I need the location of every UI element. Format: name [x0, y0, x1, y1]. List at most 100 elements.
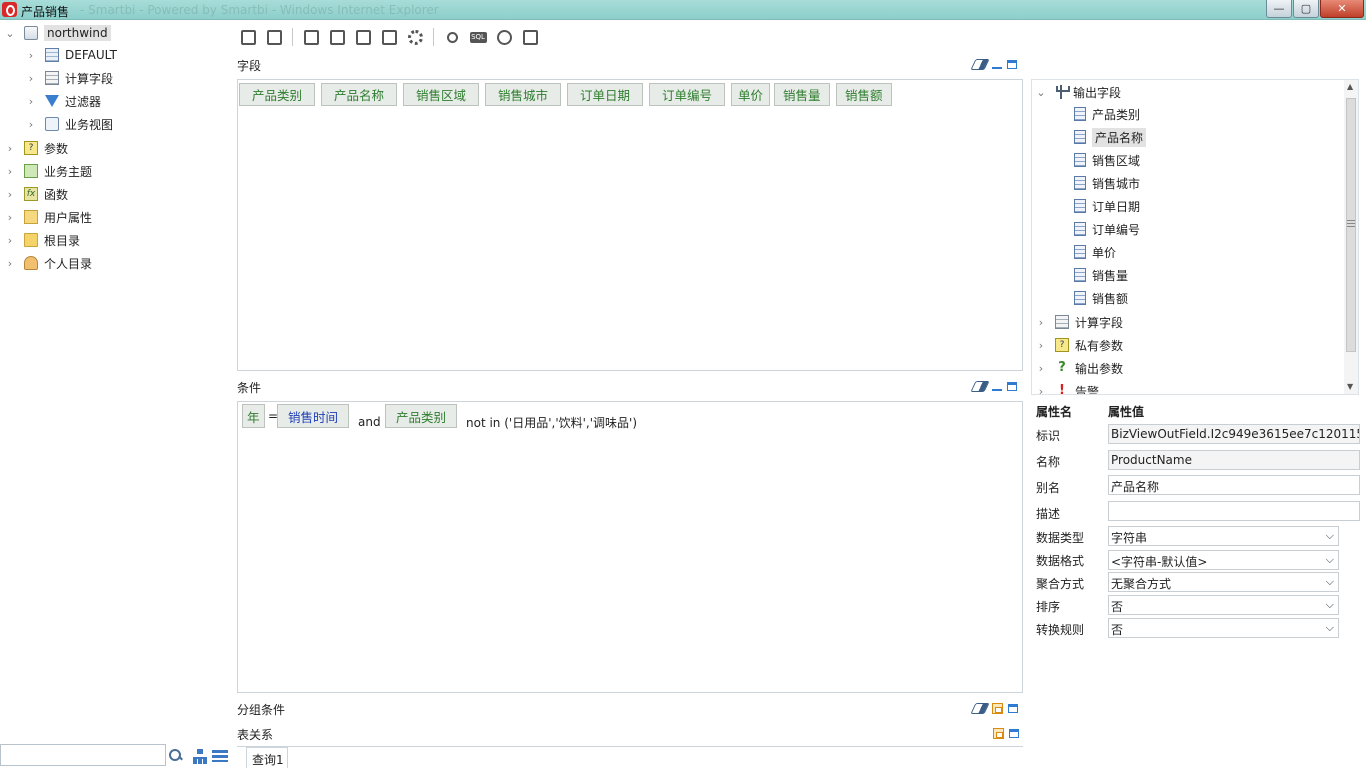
table-icon[interactable] — [327, 27, 347, 47]
output-field-item[interactable]: 订单日期 — [1074, 195, 1140, 217]
chevron-right-icon[interactable]: › — [4, 165, 16, 178]
field-tag[interactable]: 销售额 — [836, 83, 892, 106]
hierarchy-view-icon[interactable] — [193, 749, 207, 764]
conditions-panel[interactable] — [237, 401, 1023, 693]
tree-node-user-attrs[interactable]: › 用户属性 — [4, 206, 92, 228]
chevron-right-icon[interactable]: › — [4, 211, 16, 224]
chevron-right-icon[interactable]: › — [25, 95, 37, 108]
output-field-item[interactable]: 销售城市 — [1074, 172, 1140, 194]
tree-node-output-params[interactable]: › ? 输出参数 — [1035, 357, 1123, 379]
output-field-item[interactable]: 销售额 — [1074, 287, 1128, 309]
maximize-panel-icon[interactable] — [1009, 729, 1019, 738]
minimize-button[interactable]: — — [1266, 0, 1292, 18]
tab-query1[interactable]: 查询1 — [246, 747, 288, 768]
scroll-down-icon[interactable]: ▼ — [1347, 382, 1353, 391]
property-id-field[interactable]: BizViewOutField.I2c949e3615ee7c120115e — [1108, 424, 1360, 444]
property-alias-field[interactable]: 产品名称 — [1108, 475, 1360, 495]
tree-node-business-views[interactable]: › 业务视图 — [25, 113, 113, 135]
sql-icon[interactable]: SQL — [468, 27, 488, 47]
tree-node-personal-dir[interactable]: › 个人目录 — [4, 252, 92, 274]
save-as-icon[interactable] — [264, 27, 284, 47]
chevron-down-icon[interactable]: ⌵ — [1326, 598, 1334, 612]
tree-node-private-params[interactable]: › ? 私有参数 — [1035, 334, 1123, 356]
tree-node-filters[interactable]: › 过滤器 — [25, 90, 101, 112]
chevron-right-icon[interactable]: › — [25, 118, 37, 131]
minimize-panel-icon[interactable] — [992, 388, 1002, 391]
settings-icon[interactable] — [405, 27, 425, 47]
chevron-down-icon[interactable]: ⌵ — [1326, 621, 1334, 635]
field-tag[interactable]: 销售城市 — [485, 83, 562, 106]
save-icon[interactable] — [238, 27, 258, 47]
tree-node-subjects[interactable]: › 业务主题 — [4, 160, 92, 182]
close-button[interactable]: ✕ — [1320, 0, 1364, 18]
tree-node-northwind[interactable]: ⌄ northwind — [4, 22, 111, 44]
list-view-icon[interactable] — [212, 750, 228, 762]
chevron-right-icon[interactable]: › — [1035, 385, 1047, 395]
property-name-field[interactable]: ProductName — [1108, 450, 1360, 470]
tree-node-output-fields[interactable]: ⌄ 输出字段 — [1035, 81, 1121, 103]
output-field-item[interactable]: 产品类别 — [1074, 103, 1140, 125]
sort-select[interactable]: 否 ⌵ — [1108, 595, 1339, 615]
maximize-panel-icon[interactable] — [1007, 382, 1017, 391]
eraser-icon[interactable] — [970, 703, 990, 714]
chevron-right-icon[interactable]: › — [4, 257, 16, 270]
output-field-item[interactable]: 销售区域 — [1074, 149, 1140, 171]
param-icon[interactable] — [353, 27, 373, 47]
tree-node-params[interactable]: › ? 参数 — [4, 137, 68, 159]
layout-icon[interactable] — [301, 27, 321, 47]
search-icon[interactable] — [168, 748, 182, 762]
scroll-up-icon[interactable]: ▲ — [1347, 82, 1353, 91]
conversion-rule-select[interactable]: 否 ⌵ — [1108, 618, 1339, 638]
screen-icon[interactable] — [520, 27, 540, 47]
chevron-down-icon[interactable]: ⌄ — [1035, 86, 1047, 99]
maximize-panel-icon[interactable] — [1007, 60, 1017, 69]
output-field-item-selected[interactable]: 产品名称 — [1074, 126, 1147, 148]
fields-panel[interactable] — [237, 79, 1023, 371]
property-description-field[interactable] — [1108, 501, 1360, 521]
output-field-item[interactable]: 订单编号 — [1074, 218, 1140, 240]
output-field-item[interactable]: 单价 — [1074, 241, 1116, 263]
condition-field-tag[interactable]: 产品类别 — [385, 404, 458, 428]
maximize-button[interactable]: ▢ — [1293, 0, 1319, 18]
field-tag[interactable]: 销售区域 — [403, 83, 480, 106]
chevron-right-icon[interactable]: › — [1035, 339, 1047, 352]
output-field-item[interactable]: 销售量 — [1074, 264, 1128, 286]
aggregation-select[interactable]: 无聚合方式 ⌵ — [1108, 572, 1339, 592]
field-tag[interactable]: 产品名称 — [321, 83, 398, 106]
field-tag[interactable]: 订单日期 — [567, 83, 644, 106]
maximize-panel-icon[interactable] — [1008, 704, 1018, 713]
minimize-panel-icon[interactable] — [992, 66, 1002, 69]
chevron-down-icon[interactable]: ⌵ — [1326, 575, 1334, 589]
restore-panel-icon[interactable] — [993, 728, 1004, 739]
chevron-down-icon[interactable]: ⌵ — [1326, 529, 1334, 543]
eraser-icon[interactable] — [970, 59, 990, 70]
tree-node-calc-fields[interactable]: › 计算字段 — [25, 67, 113, 89]
chevron-right-icon[interactable]: › — [4, 234, 16, 247]
chevron-right-icon[interactable]: › — [1035, 362, 1047, 375]
field-tag[interactable]: 销售量 — [774, 83, 830, 106]
field-tag[interactable]: 产品类别 — [239, 83, 316, 106]
chevron-right-icon[interactable]: › — [25, 72, 37, 85]
chevron-down-icon[interactable]: ⌵ — [1326, 553, 1334, 567]
chevron-right-icon[interactable]: › — [4, 188, 16, 201]
chevron-right-icon[interactable]: › — [25, 49, 37, 62]
chevron-right-icon[interactable]: › — [4, 142, 16, 155]
chevron-down-icon[interactable]: ⌄ — [4, 27, 16, 40]
restore-panel-icon[interactable] — [992, 703, 1003, 714]
tree-node-default[interactable]: › DEFAULT — [25, 44, 117, 66]
tree-node-functions[interactable]: › fx 函数 — [4, 183, 68, 205]
chevron-right-icon[interactable]: › — [1035, 316, 1047, 329]
data-type-select[interactable]: 字符串 ⌵ — [1108, 526, 1339, 546]
tree-node-alerts[interactable]: › ! 告警 — [1035, 380, 1099, 395]
output-tree-scrollbar[interactable]: ▲ ▼ — [1344, 80, 1358, 394]
eraser-icon[interactable] — [970, 381, 990, 392]
tree-node-calc-fields[interactable]: › 计算字段 — [1035, 311, 1123, 333]
data-format-select[interactable]: <字符串-默认值> ⌵ — [1108, 550, 1339, 570]
search-icon[interactable] — [442, 27, 462, 47]
excel-export-icon[interactable] — [379, 27, 399, 47]
condition-field-tag[interactable]: 销售时间 — [277, 404, 350, 428]
tree-node-root-dir[interactable]: › 根目录 — [4, 229, 80, 251]
tree-search-input[interactable] — [0, 744, 166, 766]
clock-icon[interactable] — [494, 27, 514, 47]
condition-func-tag[interactable]: 年 — [242, 404, 265, 428]
